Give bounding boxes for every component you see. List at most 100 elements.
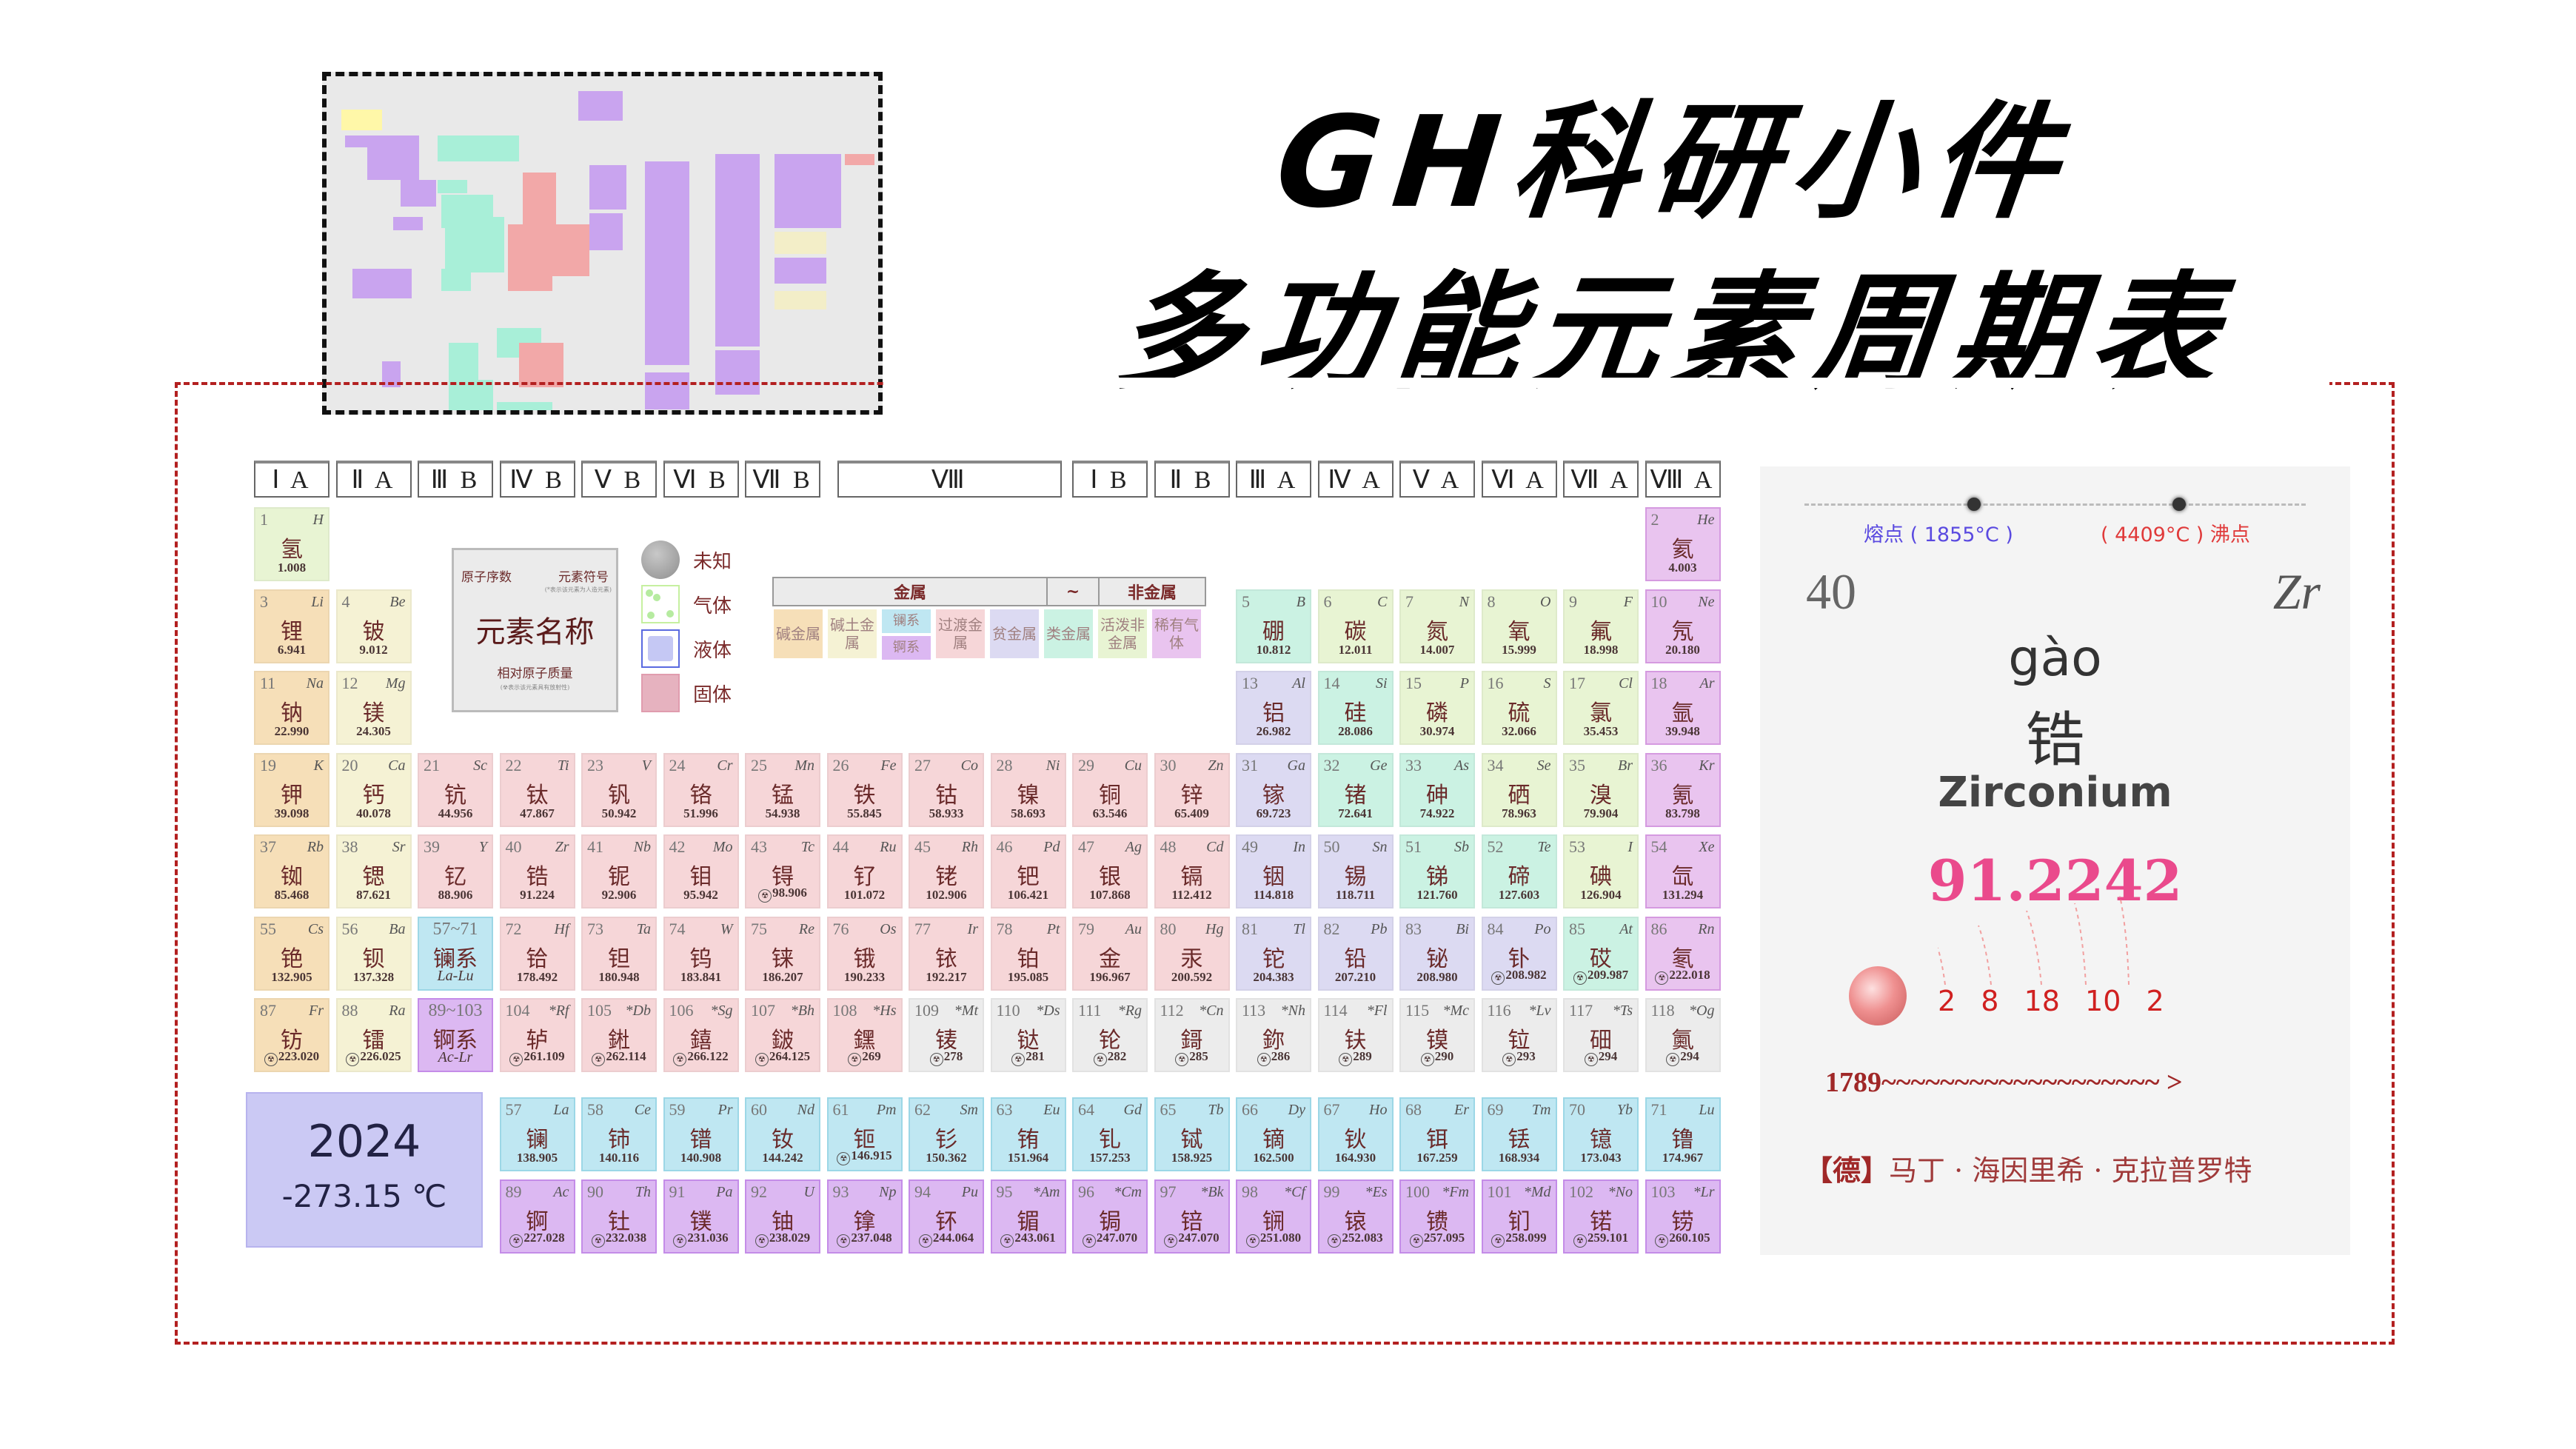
element-cell[interactable]: 52 Te 碲 127.603	[1481, 834, 1557, 908]
element-cell[interactable]: 24 Cr 铬 51.996	[663, 752, 739, 827]
element-cell[interactable]: 118 *Og 鿫 ☢ 294	[1645, 998, 1721, 1072]
element-cell[interactable]: 6 C 碳 12.011	[1317, 589, 1394, 663]
element-cell[interactable]: 11 Na 钠 22.990	[254, 671, 329, 745]
element-cell[interactable]: 113 *Nh 鉨 ☢ 286	[1236, 998, 1311, 1072]
element-cell[interactable]: 108 *Hs 𨭆 ☢ 269	[826, 998, 903, 1072]
element-cell[interactable]: 91 Pa 镤 ☢ 231.036	[663, 1179, 739, 1254]
element-cell[interactable]: 18 Ar 氩 39.948	[1645, 671, 1721, 745]
category-actinide[interactable]: 锕系	[882, 636, 931, 660]
element-cell[interactable]: 7 N 氮 14.007	[1399, 589, 1475, 663]
element-cell[interactable]: 43 Tc 锝 ☢ 98.906	[745, 834, 820, 908]
element-cell[interactable]: 28 Ni 镍 58.693	[990, 752, 1066, 827]
element-cell[interactable]: 78 Pt 铂 195.085	[990, 916, 1066, 991]
element-cell[interactable]: 21 Sc 钪 44.956	[418, 752, 493, 827]
element-cell[interactable]: 116 *Lv 𫟷 ☢ 293	[1481, 998, 1557, 1072]
element-cell[interactable]: 22 Ti 钛 47.867	[499, 752, 575, 827]
element-cell[interactable]: 8 O 氧 15.999	[1481, 589, 1557, 663]
element-cell[interactable]: 53 I 碘 126.904	[1563, 834, 1639, 908]
element-cell[interactable]: 46 Pd 钯 106.421	[990, 834, 1066, 908]
element-cell[interactable]: 74 W 钨 183.841	[663, 916, 739, 991]
element-cell[interactable]: 61 Pm 钷 ☢ 146.915	[826, 1097, 903, 1171]
element-cell[interactable]: 76 Os 锇 190.233	[826, 916, 903, 991]
element-cell[interactable]: 100 *Fm 镄 ☢ 257.095	[1399, 1179, 1475, 1254]
element-cell[interactable]: 80 Hg 汞 200.592	[1154, 916, 1230, 991]
element-cell[interactable]: 5 B 硼 10.812	[1236, 589, 1311, 663]
element-cell[interactable]: 107 *Bh 𨨏 ☢ 264.125	[745, 998, 820, 1072]
element-cell[interactable]: 89 Ac 锕 ☢ 227.028	[499, 1179, 575, 1254]
element-cell[interactable]: 101 *Md 钔 ☢ 258.099	[1481, 1179, 1557, 1254]
category-transition-metal[interactable]: 过渡金属	[936, 609, 985, 658]
element-cell[interactable]: 86 Rn 氡 ☢ 222.018	[1645, 916, 1721, 991]
element-cell[interactable]: 3 Li 锂 6.941	[254, 589, 329, 663]
category-alkali-metal[interactable]: 碱金属	[774, 609, 823, 658]
element-cell[interactable]: 50 Sn 锡 118.711	[1317, 834, 1394, 908]
element-cell[interactable]: 102 *No 锘 ☢ 259.101	[1563, 1179, 1639, 1254]
element-cell[interactable]: 95 *Am 镅 ☢ 243.061	[990, 1179, 1066, 1254]
element-cell[interactable]: 10 Ne 氖 20.180	[1645, 589, 1721, 663]
element-cell[interactable]: 31 Ga 镓 69.723	[1236, 752, 1311, 827]
element-cell[interactable]: 117 *Ts 鿬 ☢ 294	[1563, 998, 1639, 1072]
element-cell[interactable]: 35 Br 溴 79.904	[1563, 752, 1639, 827]
element-cell[interactable]: 83 Bi 铋 208.980	[1399, 916, 1475, 991]
element-cell[interactable]: 1 H 氢 1.008	[254, 507, 329, 581]
temperature-value[interactable]: -273.15 ℃	[247, 1178, 481, 1214]
element-cell[interactable]: 25 Mn 锰 54.938	[745, 752, 820, 827]
element-cell[interactable]: 32 Ge 锗 72.641	[1317, 752, 1394, 827]
element-cell[interactable]: 105 *Db 𨧀 ☢ 262.114	[581, 998, 657, 1072]
element-cell[interactable]: 106 *Sg 𨭎 ☢ 266.122	[663, 998, 739, 1072]
element-cell[interactable]: 38 Sr 锶 87.621	[335, 834, 412, 908]
element-cell[interactable]: 73 Ta 钽 180.948	[581, 916, 657, 991]
element-cell[interactable]: 56 Ba 钡 137.328	[335, 916, 412, 991]
element-cell[interactable]: 48 Cd 镉 112.412	[1154, 834, 1230, 908]
element-cell[interactable]: 70 Yb 镱 173.043	[1563, 1097, 1639, 1171]
element-cell[interactable]: 72 Hf 铪 178.492	[499, 916, 575, 991]
element-cell[interactable]: 36 Kr 氪 83.798	[1645, 752, 1721, 827]
element-cell[interactable]: 57~71 镧系 La-Lu	[418, 916, 493, 991]
element-cell[interactable]: 9 F 氟 18.998	[1563, 589, 1639, 663]
element-cell[interactable]: 82 Pb 铅 207.210	[1317, 916, 1394, 991]
element-cell[interactable]: 92 U 铀 ☢ 238.029	[745, 1179, 820, 1254]
category-reactive-nonmetal[interactable]: 活泼非金属	[1098, 609, 1147, 658]
element-cell[interactable]: 98 *Cf 锎 ☢ 251.080	[1236, 1179, 1311, 1254]
element-cell[interactable]: 27 Co 钴 58.933	[909, 752, 984, 827]
element-cell[interactable]: 90 Th 钍 ☢ 232.038	[581, 1179, 657, 1254]
element-cell[interactable]: 66 Dy 镝 162.500	[1236, 1097, 1311, 1171]
element-cell[interactable]: 97 *Bk 锫 ☢ 247.070	[1154, 1179, 1230, 1254]
element-cell[interactable]: 62 Sm 钐 150.362	[909, 1097, 984, 1171]
element-cell[interactable]: 84 Po 钋 ☢ 208.982	[1481, 916, 1557, 991]
category-lanthanide[interactable]: 镧系	[882, 609, 931, 633]
element-cell[interactable]: 13 Al 铝 26.982	[1236, 671, 1311, 745]
element-cell[interactable]: 51 Sb 锑 121.760	[1399, 834, 1475, 908]
element-cell[interactable]: 110 *Ds 𫟼 ☢ 281	[990, 998, 1066, 1072]
element-cell[interactable]: 20 Ca 钙 40.078	[335, 752, 412, 827]
element-cell[interactable]: 67 Ho 钬 164.930	[1317, 1097, 1394, 1171]
element-cell[interactable]: 89~103 锕系 Ac-Lr	[418, 998, 493, 1072]
element-cell[interactable]: 111 *Rg 𬬭 ☢ 282	[1072, 998, 1148, 1072]
element-cell[interactable]: 104 *Rf 轳 ☢ 261.109	[499, 998, 575, 1072]
element-cell[interactable]: 103 *Lr 铹 ☢ 260.105	[1645, 1179, 1721, 1254]
element-cell[interactable]: 69 Tm 铥 168.934	[1481, 1097, 1557, 1171]
element-cell[interactable]: 77 Ir 铱 192.217	[909, 916, 984, 991]
element-cell[interactable]: 47 Ag 银 107.868	[1072, 834, 1148, 908]
element-cell[interactable]: 93 Np 镎 ☢ 237.048	[826, 1179, 903, 1254]
element-cell[interactable]: 34 Se 硒 78.963	[1481, 752, 1557, 827]
element-cell[interactable]: 57 La 镧 138.905	[499, 1097, 575, 1171]
element-cell[interactable]: 2 He 氦 4.003	[1645, 507, 1721, 581]
element-cell[interactable]: 49 In 铟 114.818	[1236, 834, 1311, 908]
element-cell[interactable]: 15 P 磷 30.974	[1399, 671, 1475, 745]
element-cell[interactable]: 64 Gd 钆 157.253	[1072, 1097, 1148, 1171]
element-cell[interactable]: 115 *Mc 镆 ☢ 290	[1399, 998, 1475, 1072]
element-cell[interactable]: 39 Y 钇 88.906	[418, 834, 493, 908]
element-cell[interactable]: 26 Fe 铁 55.845	[826, 752, 903, 827]
element-cell[interactable]: 59 Pr 镨 140.908	[663, 1097, 739, 1171]
element-cell[interactable]: 114 *Fl 𫓧 ☢ 289	[1317, 998, 1394, 1072]
element-cell[interactable]: 37 Rb 铷 85.468	[254, 834, 329, 908]
element-cell[interactable]: 63 Eu 铕 151.964	[990, 1097, 1066, 1171]
element-cell[interactable]: 42 Mo 钼 95.942	[663, 834, 739, 908]
element-cell[interactable]: 40 Zr 锆 91.224	[499, 834, 575, 908]
element-cell[interactable]: 65 Tb 铽 158.925	[1154, 1097, 1230, 1171]
element-cell[interactable]: 17 Cl 氯 35.453	[1563, 671, 1639, 745]
element-cell[interactable]: 75 Re 铼 186.207	[745, 916, 820, 991]
element-cell[interactable]: 12 Mg 镁 24.305	[335, 671, 412, 745]
workflow-thumbnail[interactable]	[322, 72, 883, 415]
